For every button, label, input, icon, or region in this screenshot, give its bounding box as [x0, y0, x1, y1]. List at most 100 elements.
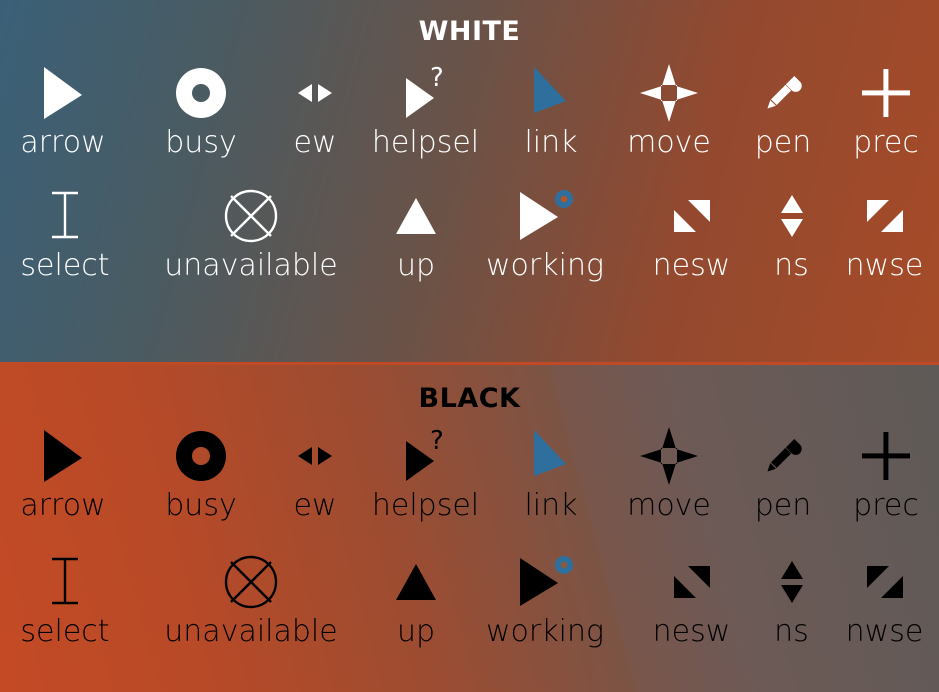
- cursor-item-up[interactable]: up: [372, 551, 460, 649]
- section-title-white: WHITE: [418, 16, 521, 47]
- cursor-item-arrow[interactable]: arrow: [0, 425, 126, 523]
- cursor-item-pen[interactable]: pen: [733, 425, 833, 523]
- resize-ew-icon: [295, 62, 335, 124]
- cursor-label: unavailable: [164, 248, 338, 283]
- working-arrow-dot-icon: [514, 185, 576, 247]
- arrow-cursor-icon: [40, 425, 86, 487]
- cursor-theme-preview: WHITE arrow busy ew ? helpsel link move …: [0, 0, 939, 692]
- cursor-label: select: [20, 614, 110, 649]
- svg-text:?: ?: [430, 64, 444, 93]
- cursor-item-working[interactable]: working: [460, 185, 630, 283]
- cursor-row: arrow busy ew ? helpsel link move pen pr…: [0, 62, 939, 160]
- cursor-item-prec[interactable]: prec: [833, 62, 939, 160]
- cursor-item-link[interactable]: link: [497, 425, 605, 523]
- cursor-item-up[interactable]: up: [372, 185, 460, 283]
- cursor-item-helpsel[interactable]: ? helpsel: [354, 62, 497, 160]
- cursor-item-ew[interactable]: ew: [276, 425, 354, 523]
- pen-pencil-icon: [758, 62, 808, 124]
- up-arrow-triangle-icon: [392, 185, 440, 247]
- cursor-label: nesw: [652, 614, 731, 649]
- resize-ns-icon: [779, 185, 805, 247]
- cursor-item-arrow[interactable]: arrow: [0, 62, 126, 160]
- unavailable-circle-x-icon: [220, 551, 282, 613]
- cursor-label: nwse: [845, 248, 924, 283]
- resize-nwse-icon: [861, 185, 909, 247]
- cursor-label: ew: [293, 488, 337, 523]
- cursor-item-nwse[interactable]: nwse: [830, 551, 939, 649]
- cursor-row: arrow busy ew ? helpsel link move pen pr…: [0, 425, 939, 523]
- cursor-label: ns: [774, 248, 809, 283]
- busy-donut-icon: [174, 62, 228, 124]
- cursor-item-busy[interactable]: busy: [126, 62, 276, 160]
- cursor-label: busy: [165, 488, 237, 523]
- cursor-item-prec[interactable]: prec: [833, 425, 939, 523]
- cursor-label: nesw: [652, 248, 731, 283]
- cursor-item-nesw[interactable]: nesw: [630, 185, 753, 283]
- text-select-ibeam-icon: [44, 551, 86, 613]
- svg-text:?: ?: [430, 427, 444, 456]
- cursor-item-select[interactable]: select: [0, 185, 130, 283]
- cursor-item-working[interactable]: working: [460, 551, 630, 649]
- cursor-item-nwse[interactable]: nwse: [830, 185, 939, 283]
- section-white: WHITE arrow busy ew ? helpsel link move …: [0, 0, 939, 362]
- cursor-label: pen: [754, 488, 812, 523]
- pen-pencil-icon: [758, 425, 808, 487]
- help-select-cursor-icon: ?: [398, 62, 454, 124]
- cursor-label: up: [396, 614, 436, 649]
- link-cursor-icon: [528, 62, 574, 124]
- resize-ns-icon: [779, 551, 805, 613]
- cursor-label: prec: [853, 488, 919, 523]
- cursor-row: select unavailable up working nesw ns nw…: [0, 551, 939, 649]
- cursor-label: arrow: [20, 125, 106, 160]
- busy-donut-icon: [174, 425, 228, 487]
- cursor-item-ew[interactable]: ew: [276, 62, 354, 160]
- section-title-black: BLACK: [418, 383, 521, 414]
- cursor-item-busy[interactable]: busy: [126, 425, 276, 523]
- cursor-label: ns: [774, 614, 809, 649]
- link-cursor-icon: [528, 425, 574, 487]
- cursor-label: up: [396, 248, 436, 283]
- help-select-cursor-icon: ?: [398, 425, 454, 487]
- cursor-label: arrow: [20, 488, 106, 523]
- text-select-ibeam-icon: [44, 185, 86, 247]
- cursor-label: pen: [754, 125, 812, 160]
- cursor-item-ns[interactable]: ns: [753, 551, 830, 649]
- cursor-label: select: [20, 248, 110, 283]
- working-arrow-dot-icon: [514, 551, 576, 613]
- cursor-item-pen[interactable]: pen: [733, 62, 833, 160]
- cursor-item-select[interactable]: select: [0, 551, 130, 649]
- cursor-item-helpsel[interactable]: ? helpsel: [354, 425, 497, 523]
- move-four-point-star-icon: [639, 62, 699, 124]
- resize-nwse-icon: [861, 551, 909, 613]
- cursor-label: move: [627, 125, 711, 160]
- cursor-label: link: [524, 125, 578, 160]
- cursor-label: prec: [853, 125, 919, 160]
- up-arrow-triangle-icon: [392, 551, 440, 613]
- resize-ew-icon: [295, 425, 335, 487]
- cursor-label: link: [524, 488, 578, 523]
- cursor-item-ns[interactable]: ns: [753, 185, 830, 283]
- cursor-item-link[interactable]: link: [497, 62, 605, 160]
- unavailable-circle-x-icon: [220, 185, 282, 247]
- cursor-label: working: [486, 614, 604, 649]
- cursor-item-nesw[interactable]: nesw: [630, 551, 753, 649]
- precision-crosshair-icon: [859, 62, 913, 124]
- cursor-label: unavailable: [164, 614, 338, 649]
- cursor-item-move[interactable]: move: [605, 62, 733, 160]
- cursor-label: nwse: [845, 614, 924, 649]
- arrow-cursor-icon: [40, 62, 86, 124]
- cursor-label: ew: [293, 125, 337, 160]
- move-four-point-star-icon: [639, 425, 699, 487]
- cursor-label: move: [627, 488, 711, 523]
- cursor-label: helpsel: [371, 488, 480, 523]
- cursor-item-move[interactable]: move: [605, 425, 733, 523]
- cursor-item-unavailable[interactable]: unavailable: [130, 185, 372, 283]
- cursor-label: working: [486, 248, 604, 283]
- cursor-label: helpsel: [371, 125, 480, 160]
- cursor-item-unavailable[interactable]: unavailable: [130, 551, 372, 649]
- cursor-row: select unavailable up working nesw ns nw…: [0, 185, 939, 283]
- cursor-label: busy: [165, 125, 237, 160]
- resize-nesw-icon: [668, 551, 716, 613]
- precision-crosshair-icon: [859, 425, 913, 487]
- resize-nesw-icon: [668, 185, 716, 247]
